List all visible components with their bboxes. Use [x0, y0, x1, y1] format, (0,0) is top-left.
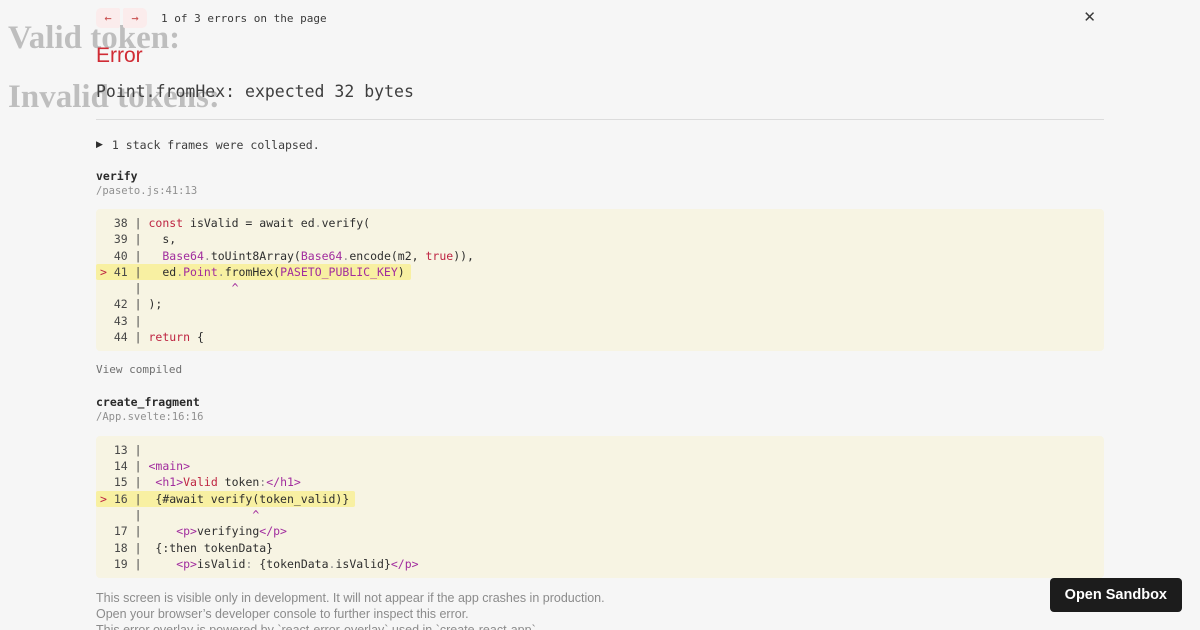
- expand-arrow-icon: ▶: [96, 139, 103, 150]
- close-icon: ✕: [1083, 8, 1096, 26]
- arrow-left-icon: ←: [104, 11, 112, 25]
- overlay-footer: This screen is visible only in developme…: [96, 590, 1104, 630]
- footer-line-dev-only: This screen is visible only in developme…: [96, 590, 605, 605]
- footer-line-console-hint: Open your browser’s developer console to…: [96, 607, 469, 622]
- code-frame-paseto: 38 | const isValid = await ed.verify( 39…: [96, 209, 1104, 352]
- stack-frame-source-path: /paseto.js:41:13: [96, 185, 198, 197]
- collapsed-frames-toggle[interactable]: ▶ 1 stack frames were collapsed.: [96, 137, 320, 152]
- open-sandbox-button[interactable]: Open Sandbox: [1049, 578, 1182, 612]
- error-nav-row: ← → 1 of 3 errors on the page: [96, 8, 1104, 28]
- next-error-button[interactable]: →: [123, 8, 147, 28]
- previous-error-button[interactable]: ←: [96, 8, 120, 28]
- header-divider: [96, 119, 1104, 120]
- stack-frame-function-name: verify: [96, 169, 138, 183]
- error-title: Error: [96, 44, 143, 67]
- code-frame-app-svelte: 13 | 14 | <main> 15 | <h1>Valid token:</…: [96, 435, 1104, 579]
- collapsed-frames-label: 1 stack frames were collapsed.: [111, 137, 320, 152]
- error-counter: 1 of 3 errors on the page: [161, 11, 327, 25]
- stack-frame-source-path: /App.svelte:16:16: [96, 410, 204, 423]
- stack-frame-function-name: create_fragment: [96, 394, 200, 409]
- view-compiled-link[interactable]: View compiled: [96, 363, 182, 376]
- arrow-right-icon: →: [131, 11, 139, 25]
- error-overlay-content: ← → 1 of 3 errors on the page ✕ Error Po…: [96, 0, 1104, 630]
- footer-line-powered-by: This error overlay is powered by `react-…: [96, 622, 1104, 630]
- error-overlay: ← → 1 of 3 errors on the page ✕ Error Po…: [0, 0, 1200, 630]
- close-overlay-button[interactable]: ✕: [1081, 8, 1098, 27]
- error-message: Point.fromHex: expected 32 bytes: [96, 82, 414, 101]
